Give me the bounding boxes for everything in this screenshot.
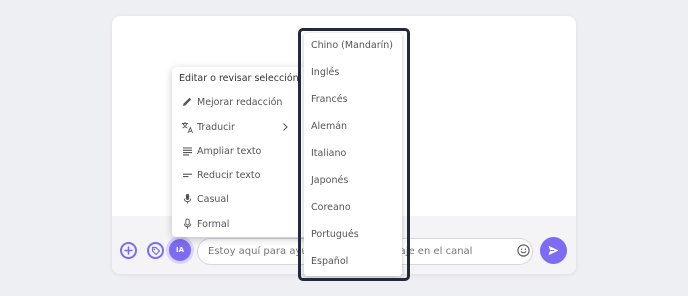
ai-assistant-button[interactable]: IA (169, 239, 191, 261)
menu-item-shorten-text[interactable]: Reducir texto (172, 164, 310, 186)
menu-item-expand-text[interactable]: Ampliar texto (172, 140, 310, 162)
chevron-right-icon (283, 123, 288, 131)
microphone-icon (180, 192, 194, 206)
menu-item-label: Traducir (197, 121, 235, 133)
send-icon (548, 245, 559, 256)
menu-item-formal[interactable]: Formal (172, 213, 310, 235)
pencil-icon (180, 95, 194, 109)
smiley-icon (517, 244, 530, 257)
microphone-icon (180, 217, 194, 231)
menu-item-label: Mejorar redacción (197, 96, 283, 108)
menu-item-label: Reducir texto (197, 169, 261, 181)
expand-text-icon (180, 144, 194, 158)
shorten-text-icon (180, 168, 194, 182)
menu-item-label: Formal (197, 218, 230, 230)
plus-icon (124, 246, 133, 255)
menu-item-translate[interactable]: Traducir (172, 116, 310, 138)
edit-selection-menu: Editar o revisar selección Mejorar redac… (172, 67, 310, 237)
tag-button[interactable] (147, 242, 164, 259)
add-button[interactable] (120, 242, 137, 259)
emoji-button[interactable] (517, 244, 530, 257)
menu-title: Editar o revisar selección (179, 73, 299, 84)
ai-button-label: IA (175, 246, 185, 254)
translate-icon (180, 120, 194, 134)
send-button[interactable] (540, 237, 567, 264)
tag-icon (151, 246, 160, 255)
menu-item-improve-writing[interactable]: Mejorar redacción (172, 91, 310, 113)
menu-item-casual[interactable]: Casual (172, 188, 310, 210)
menu-item-label: Casual (197, 193, 229, 205)
submenu-highlight-outline (298, 28, 410, 281)
menu-item-label: Ampliar texto (197, 145, 262, 157)
